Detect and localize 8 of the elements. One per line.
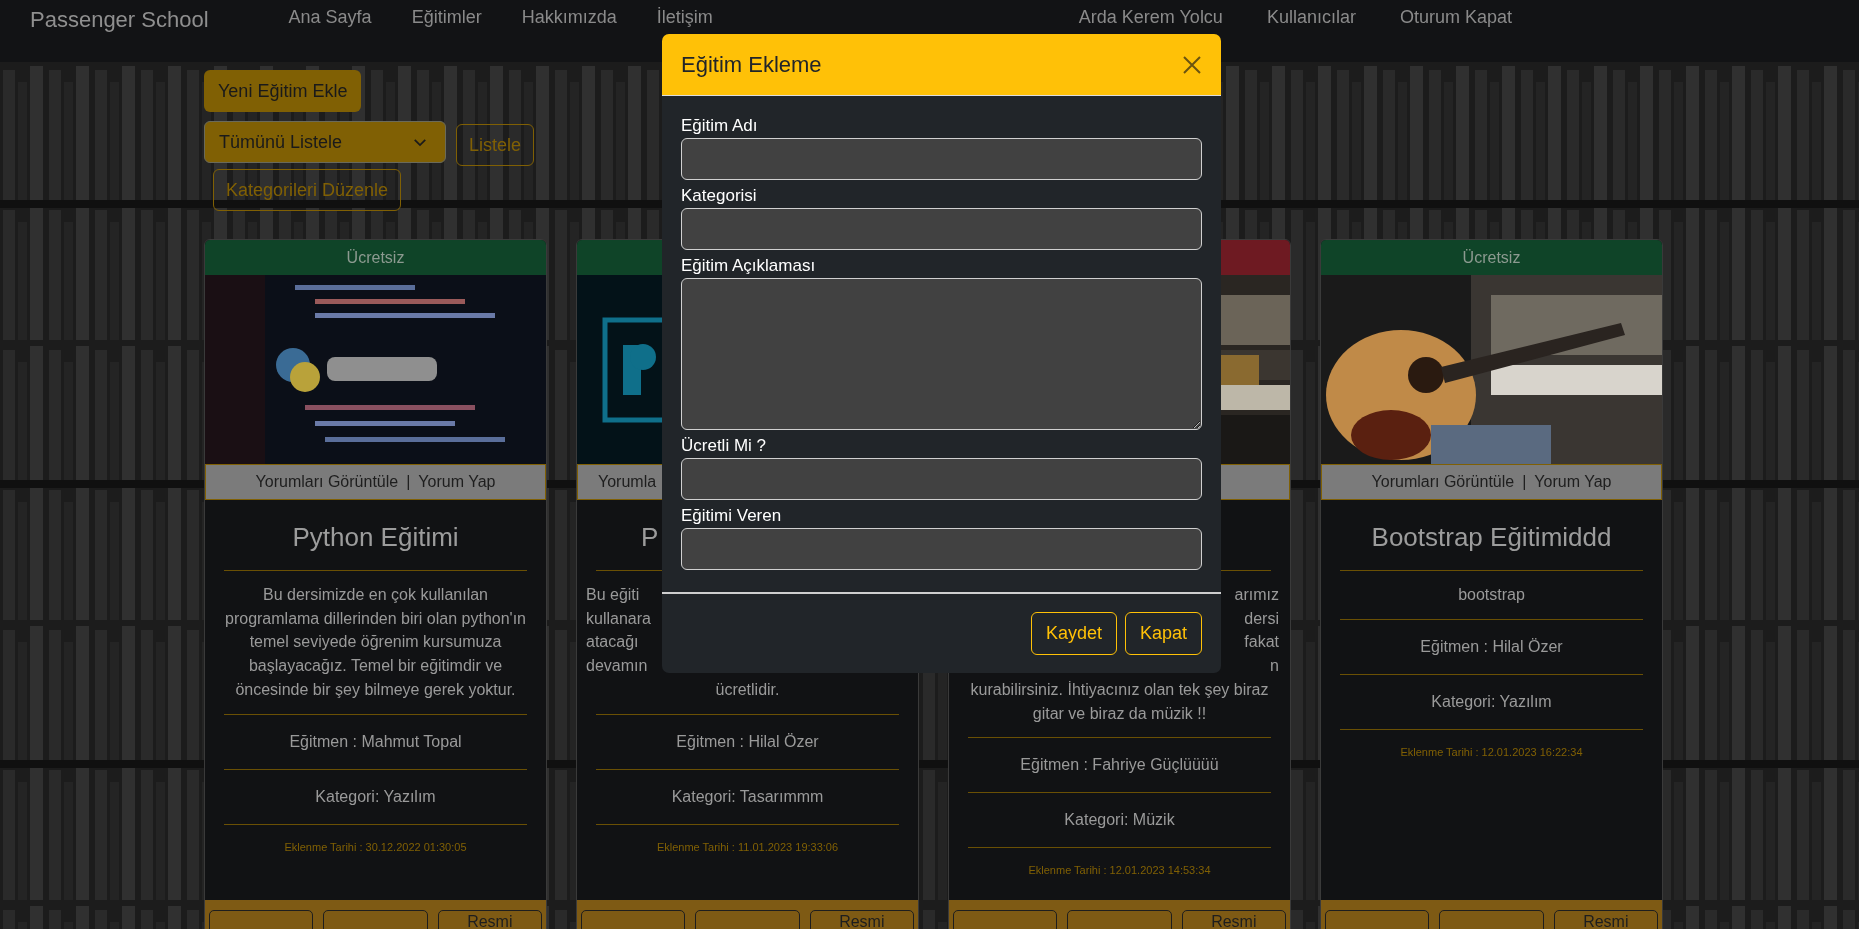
nav-link[interactable]: Kullanıcılar	[1266, 7, 1356, 28]
nav-link[interactable]: Arda Kerem Yolcu	[1078, 7, 1223, 28]
nav-link[interactable]: Eğitimler	[411, 7, 482, 28]
nav-link[interactable]: Hakkımızda	[521, 7, 617, 28]
nav-link[interactable]: İletişim	[656, 7, 713, 28]
nav-link[interactable]: Oturum Kapat	[1399, 7, 1512, 28]
brand-name[interactable]: Passenger School	[30, 7, 209, 33]
nav-link[interactable]: Ana Sayfa	[288, 7, 372, 28]
